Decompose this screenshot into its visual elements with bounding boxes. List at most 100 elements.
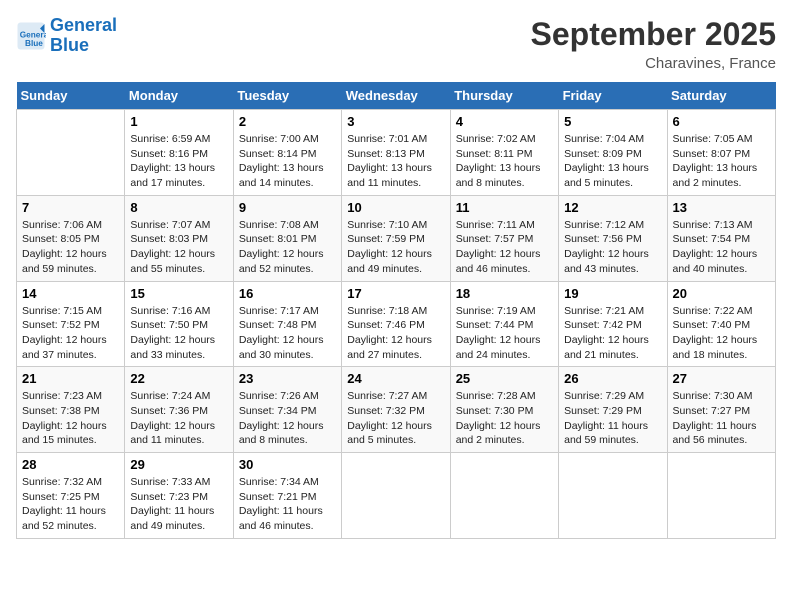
day-info: Sunrise: 7:28 AM Sunset: 7:30 PM Dayligh… (456, 389, 553, 448)
weekday-header-friday: Friday (559, 82, 667, 110)
day-number: 2 (239, 114, 336, 129)
calendar-cell: 6 Sunrise: 7:05 AM Sunset: 8:07 PM Daylig… (667, 110, 775, 196)
day-number: 26 (564, 371, 661, 386)
calendar-cell: 4Sunrise: 7:02 AM Sunset: 8:11 PM Daylig… (450, 110, 558, 196)
week-row-1: 1 Sunrise: 6:59 AM Sunset: 8:16 PM Daylig… (17, 110, 776, 196)
day-number: 23 (239, 371, 336, 386)
day-number: 19 (564, 286, 661, 301)
calendar-cell: 14Sunrise: 7:15 AM Sunset: 7:52 PM Dayli… (17, 281, 125, 367)
day-number: 12 (564, 200, 661, 215)
day-info: Sunrise: 7:21 AM Sunset: 7:42 PM Dayligh… (564, 304, 661, 363)
day-info: Sunrise: 7:29 AM Sunset: 7:29 PM Dayligh… (564, 389, 661, 448)
day-info: Sunrise: 7:13 AM Sunset: 7:54 PM Dayligh… (673, 218, 770, 277)
weekday-header-wednesday: Wednesday (342, 82, 450, 110)
calendar-cell: 20 Sunrise: 7:22 AM Sunset: 7:40 PM Dayli… (667, 281, 775, 367)
calendar-cell: 22 Sunrise: 7:24 AM Sunset: 7:36 PM Dayli… (125, 367, 233, 453)
calendar-table: SundayMondayTuesdayWednesdayThursdayFrid… (16, 82, 776, 539)
day-number: 16 (239, 286, 336, 301)
calendar-cell: 1 Sunrise: 6:59 AM Sunset: 8:16 PM Daylig… (125, 110, 233, 196)
calendar-cell: 11 Sunrise: 7:11 AM Sunset: 7:57 PM Dayli… (450, 195, 558, 281)
calendar-cell: 18Sunrise: 7:19 AM Sunset: 7:44 PM Dayli… (450, 281, 558, 367)
day-info: Sunrise: 7:18 AM Sunset: 7:46 PM Dayligh… (347, 304, 444, 363)
day-number: 13 (673, 200, 770, 215)
day-info: Sunrise: 7:33 AM Sunset: 7:23 PM Dayligh… (130, 475, 227, 534)
calendar-cell: 7 Sunrise: 7:06 AM Sunset: 8:05 PM Daylig… (17, 195, 125, 281)
calendar-cell: 10Sunrise: 7:10 AM Sunset: 7:59 PM Dayli… (342, 195, 450, 281)
calendar-cell: 2Sunrise: 7:00 AM Sunset: 8:14 PM Daylig… (233, 110, 341, 196)
calendar-cell: 8 Sunrise: 7:07 AM Sunset: 8:03 PM Daylig… (125, 195, 233, 281)
week-row-2: 7 Sunrise: 7:06 AM Sunset: 8:05 PM Daylig… (17, 195, 776, 281)
day-info: Sunrise: 7:34 AM Sunset: 7:21 PM Dayligh… (239, 475, 336, 534)
calendar-cell: 15Sunrise: 7:16 AM Sunset: 7:50 PM Dayli… (125, 281, 233, 367)
weekday-header-saturday: Saturday (667, 82, 775, 110)
day-number: 17 (347, 286, 444, 301)
day-info: Sunrise: 7:15 AM Sunset: 7:52 PM Dayligh… (22, 304, 119, 363)
month-title: September 2025 (531, 16, 776, 53)
calendar-cell (667, 453, 775, 539)
weekday-header-monday: Monday (125, 82, 233, 110)
day-number: 27 (673, 371, 770, 386)
day-number: 6 (673, 114, 770, 129)
day-info: Sunrise: 7:16 AM Sunset: 7:50 PM Dayligh… (130, 304, 227, 363)
location-title: Charavines, France (531, 55, 776, 72)
calendar-cell (342, 453, 450, 539)
logo: General Blue General Blue (16, 16, 117, 56)
day-info: Sunrise: 7:30 AM Sunset: 7:27 PM Dayligh… (673, 389, 770, 448)
day-info: Sunrise: 7:10 AM Sunset: 7:59 PM Dayligh… (347, 218, 444, 277)
day-number: 20 (673, 286, 770, 301)
calendar-cell: 9 Sunrise: 7:08 AM Sunset: 8:01 PM Daylig… (233, 195, 341, 281)
week-row-5: 28 Sunrise: 7:32 AM Sunset: 7:25 PM Dayli… (17, 453, 776, 539)
day-info: Sunrise: 7:17 AM Sunset: 7:48 PM Dayligh… (239, 304, 336, 363)
day-info: Sunrise: 7:11 AM Sunset: 7:57 PM Dayligh… (456, 218, 553, 277)
day-number: 8 (130, 200, 227, 215)
calendar-cell: 12Sunrise: 7:12 AM Sunset: 7:56 PM Dayli… (559, 195, 667, 281)
calendar-cell: 24 Sunrise: 7:27 AM Sunset: 7:32 PM Dayli… (342, 367, 450, 453)
calendar-cell: 25 Sunrise: 7:28 AM Sunset: 7:30 PM Dayli… (450, 367, 558, 453)
day-number: 7 (22, 200, 119, 215)
calendar-cell: 21 Sunrise: 7:23 AM Sunset: 7:38 PM Dayli… (17, 367, 125, 453)
day-info: Sunrise: 7:24 AM Sunset: 7:36 PM Dayligh… (130, 389, 227, 448)
day-number: 22 (130, 371, 227, 386)
day-info: Sunrise: 7:02 AM Sunset: 8:11 PM Dayligh… (456, 132, 553, 191)
weekday-header-row: SundayMondayTuesdayWednesdayThursdayFrid… (17, 82, 776, 110)
calendar-cell (17, 110, 125, 196)
svg-text:Blue: Blue (25, 39, 43, 48)
day-number: 11 (456, 200, 553, 215)
week-row-4: 21 Sunrise: 7:23 AM Sunset: 7:38 PM Dayli… (17, 367, 776, 453)
calendar-cell: 3 Sunrise: 7:01 AM Sunset: 8:13 PM Daylig… (342, 110, 450, 196)
calendar-cell: 28 Sunrise: 7:32 AM Sunset: 7:25 PM Dayli… (17, 453, 125, 539)
header: General Blue General Blue September 2025… (16, 16, 776, 72)
day-info: Sunrise: 7:06 AM Sunset: 8:05 PM Dayligh… (22, 218, 119, 277)
logo-text: General Blue (50, 16, 117, 56)
day-number: 21 (22, 371, 119, 386)
day-info: Sunrise: 7:27 AM Sunset: 7:32 PM Dayligh… (347, 389, 444, 448)
weekday-header-tuesday: Tuesday (233, 82, 341, 110)
day-number: 9 (239, 200, 336, 215)
weekday-header-thursday: Thursday (450, 82, 558, 110)
day-number: 3 (347, 114, 444, 129)
calendar-cell: 16 Sunrise: 7:17 AM Sunset: 7:48 PM Dayli… (233, 281, 341, 367)
day-info: Sunrise: 7:32 AM Sunset: 7:25 PM Dayligh… (22, 475, 119, 534)
day-info: Sunrise: 7:22 AM Sunset: 7:40 PM Dayligh… (673, 304, 770, 363)
day-info: Sunrise: 7:23 AM Sunset: 7:38 PM Dayligh… (22, 389, 119, 448)
day-info: Sunrise: 7:07 AM Sunset: 8:03 PM Dayligh… (130, 218, 227, 277)
calendar-cell: 13 Sunrise: 7:13 AM Sunset: 7:54 PM Dayli… (667, 195, 775, 281)
day-number: 24 (347, 371, 444, 386)
day-number: 5 (564, 114, 661, 129)
day-info: Sunrise: 7:08 AM Sunset: 8:01 PM Dayligh… (239, 218, 336, 277)
calendar-cell: 29Sunrise: 7:33 AM Sunset: 7:23 PM Dayli… (125, 453, 233, 539)
weekday-header-sunday: Sunday (17, 82, 125, 110)
day-info: Sunrise: 7:26 AM Sunset: 7:34 PM Dayligh… (239, 389, 336, 448)
day-info: Sunrise: 7:05 AM Sunset: 8:07 PM Dayligh… (673, 132, 770, 191)
calendar-cell: 5 Sunrise: 7:04 AM Sunset: 8:09 PM Daylig… (559, 110, 667, 196)
day-number: 28 (22, 457, 119, 472)
day-number: 30 (239, 457, 336, 472)
calendar-cell: 26 Sunrise: 7:29 AM Sunset: 7:29 PM Dayli… (559, 367, 667, 453)
day-number: 25 (456, 371, 553, 386)
day-info: Sunrise: 6:59 AM Sunset: 8:16 PM Dayligh… (130, 132, 227, 191)
day-number: 1 (130, 114, 227, 129)
week-row-3: 14Sunrise: 7:15 AM Sunset: 7:52 PM Dayli… (17, 281, 776, 367)
day-info: Sunrise: 7:04 AM Sunset: 8:09 PM Dayligh… (564, 132, 661, 191)
day-info: Sunrise: 7:01 AM Sunset: 8:13 PM Dayligh… (347, 132, 444, 191)
calendar-cell: 27 Sunrise: 7:30 AM Sunset: 7:27 PM Dayli… (667, 367, 775, 453)
